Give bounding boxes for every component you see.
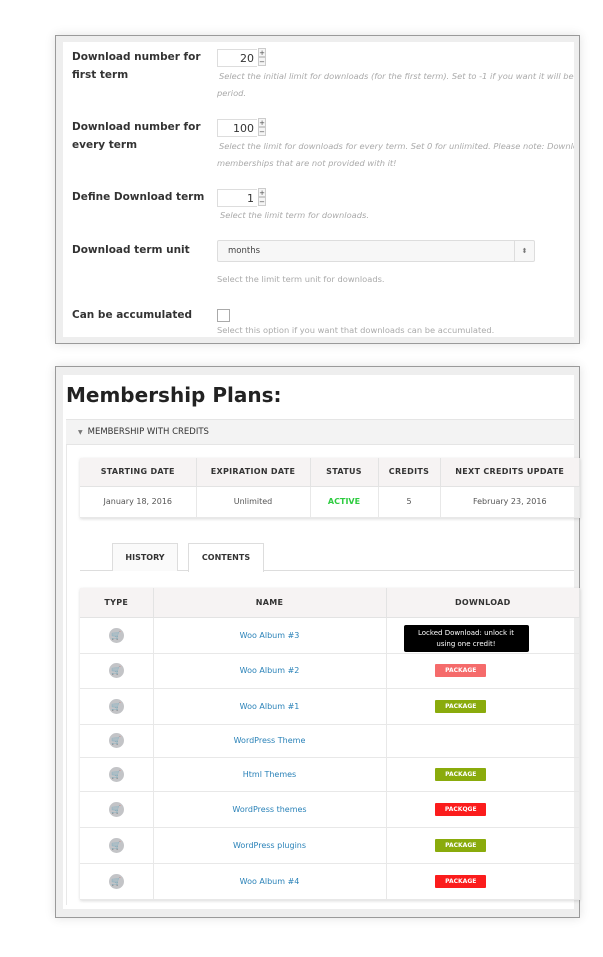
col-credits: CREDITS: [378, 458, 441, 487]
tab-history[interactable]: HISTORY: [112, 543, 178, 571]
field-label-every-term: Download number for every term: [72, 121, 201, 151]
help-text: Select this option if you want that down…: [217, 325, 495, 335]
accumulated-checkbox[interactable]: [217, 309, 230, 322]
table-row: 🛒 Woo Album #2 PACKAGE: [80, 653, 580, 689]
download-cell: PACKAGE: [386, 688, 580, 725]
content-name-link[interactable]: WordPress themes: [232, 805, 306, 814]
expiration-date: Unlimited: [196, 486, 311, 518]
col-download: DOWNLOAD: [386, 588, 580, 618]
content-name-link[interactable]: Woo Album #4: [240, 877, 300, 886]
content-name-link[interactable]: Woo Album #2: [240, 666, 300, 675]
decrement-button[interactable]: −: [258, 127, 266, 136]
table-row: 🛒 Woo Album #3 Locked Download: unlock it …: [80, 617, 580, 654]
first-term-spinner[interactable]: + −: [258, 48, 266, 66]
status-badge: ACTIVE: [310, 486, 379, 518]
divider: [66, 445, 67, 905]
cart-icon: 🛒: [108, 837, 124, 853]
credits: 5: [378, 486, 441, 518]
collapse-icon: ▼: [78, 429, 83, 436]
package-download-button[interactable]: PACKQGE: [435, 802, 487, 816]
increment-button[interactable]: +: [258, 48, 266, 57]
accordion-header[interactable]: ▼ MEMBERSHIP WITH CREDITS: [66, 419, 574, 445]
content-name-link[interactable]: Woo Album #3: [240, 631, 300, 640]
content-name-link[interactable]: Html Themes: [243, 770, 296, 779]
cart-icon: 🛒: [108, 801, 124, 817]
content-name-link[interactable]: WordPress Theme: [234, 736, 306, 745]
download-term-spinner[interactable]: + −: [258, 188, 266, 206]
package-download-button[interactable]: PACKAGE: [435, 664, 487, 677]
field-label-download-term: Define Download term: [72, 191, 205, 203]
download-cell: [386, 724, 580, 758]
package-download-button[interactable]: PACKAGE: [435, 767, 487, 781]
download-cell: PACKAGE: [386, 757, 580, 792]
locked-download-tooltip: Locked Download: unlock it using one cre…: [403, 624, 529, 652]
starting-date: January 18, 2016: [80, 486, 197, 518]
col-type: TYPE: [80, 588, 154, 618]
col-next-update: NEXT CREDITS UPDATE: [440, 458, 580, 487]
cart-icon: 🛒: [108, 698, 124, 714]
cart-icon: 🛒: [108, 733, 124, 748]
decrement-button[interactable]: −: [258, 57, 266, 66]
package-download-button[interactable]: PACKAGE: [435, 874, 487, 888]
select-arrows-icon: ⬍: [514, 241, 534, 261]
help-text: Select the limit for downloads for every…: [219, 141, 574, 151]
table-row: 🛒 WordPress plugins PACKAGE: [80, 827, 580, 864]
tab-contents[interactable]: CONTENTS: [188, 543, 264, 572]
table-row: 🛒 WordPress themes PACKQGE: [80, 791, 580, 828]
field-label-first-term: Download number for first term: [72, 51, 201, 81]
page-title: Membership Plans:: [66, 383, 282, 407]
help-text: period.: [217, 88, 247, 98]
every-term-input[interactable]: 100: [217, 119, 257, 137]
help-text: Select the limit term unit for downloads…: [217, 274, 385, 284]
help-text: Select the initial limit for downloads (…: [219, 71, 574, 81]
package-download-button[interactable]: PACKAGE: [435, 699, 487, 713]
download-cell: PACKQGE: [386, 791, 580, 828]
next-credits-update: February 23, 2016: [440, 486, 580, 518]
package-download-button[interactable]: PACKAGE: [435, 838, 487, 852]
download-cell: PACKAGE: [386, 653, 580, 689]
col-status: STATUS: [310, 458, 379, 487]
table-row: 🛒 Html Themes PACKAGE: [80, 757, 580, 792]
help-text: Select the limit term for downloads.: [220, 210, 369, 220]
col-expiration-date: EXPIRATION DATE: [196, 458, 311, 487]
download-cell: PACKAGE: [386, 827, 580, 864]
contents-table: TYPE NAME DOWNLOAD 🛒 Woo Album #3 Locked D…: [80, 588, 580, 900]
first-term-input[interactable]: 20: [217, 49, 257, 67]
term-unit-select[interactable]: months ⬍: [217, 240, 535, 262]
download-settings-panel: Download number for first term 20 + − Sel…: [55, 35, 580, 344]
increment-button[interactable]: +: [258, 118, 266, 127]
every-term-spinner[interactable]: + −: [258, 118, 266, 136]
cart-icon: 🛒: [108, 627, 124, 643]
membership-summary-table: STARTING DATE EXPIRATION DATE STATUS CRE…: [80, 458, 580, 518]
cart-icon: 🛒: [108, 766, 124, 782]
accordion-title: MEMBERSHIP WITH CREDITS: [87, 427, 209, 437]
table-row: 🛒 Woo Album #1 PACKAGE: [80, 688, 580, 725]
field-label-accumulated: Can be accumulated: [72, 309, 192, 321]
selected-value: months: [228, 246, 261, 256]
field-label-term-unit: Download term unit: [72, 244, 190, 256]
cart-icon: 🛒: [108, 873, 124, 889]
decrement-button[interactable]: −: [258, 197, 266, 206]
table-row: 🛒 WordPress Theme: [80, 724, 580, 758]
download-cell: PACKAGE: [386, 863, 580, 900]
help-text: memberships that are not provided with i…: [217, 158, 397, 168]
col-starting-date: STARTING DATE: [80, 458, 197, 487]
col-name: NAME: [153, 588, 387, 618]
content-name-link[interactable]: WordPress plugins: [233, 841, 306, 850]
download-cell: Locked Download: unlock it using one cre…: [386, 617, 580, 654]
download-term-input[interactable]: 1: [217, 189, 257, 207]
content-name-link[interactable]: Woo Album #1: [240, 702, 300, 711]
table-row: 🛒 Woo Album #4 PACKAGE: [80, 863, 580, 900]
increment-button[interactable]: +: [258, 188, 266, 197]
cart-icon: 🛒: [108, 663, 124, 678]
